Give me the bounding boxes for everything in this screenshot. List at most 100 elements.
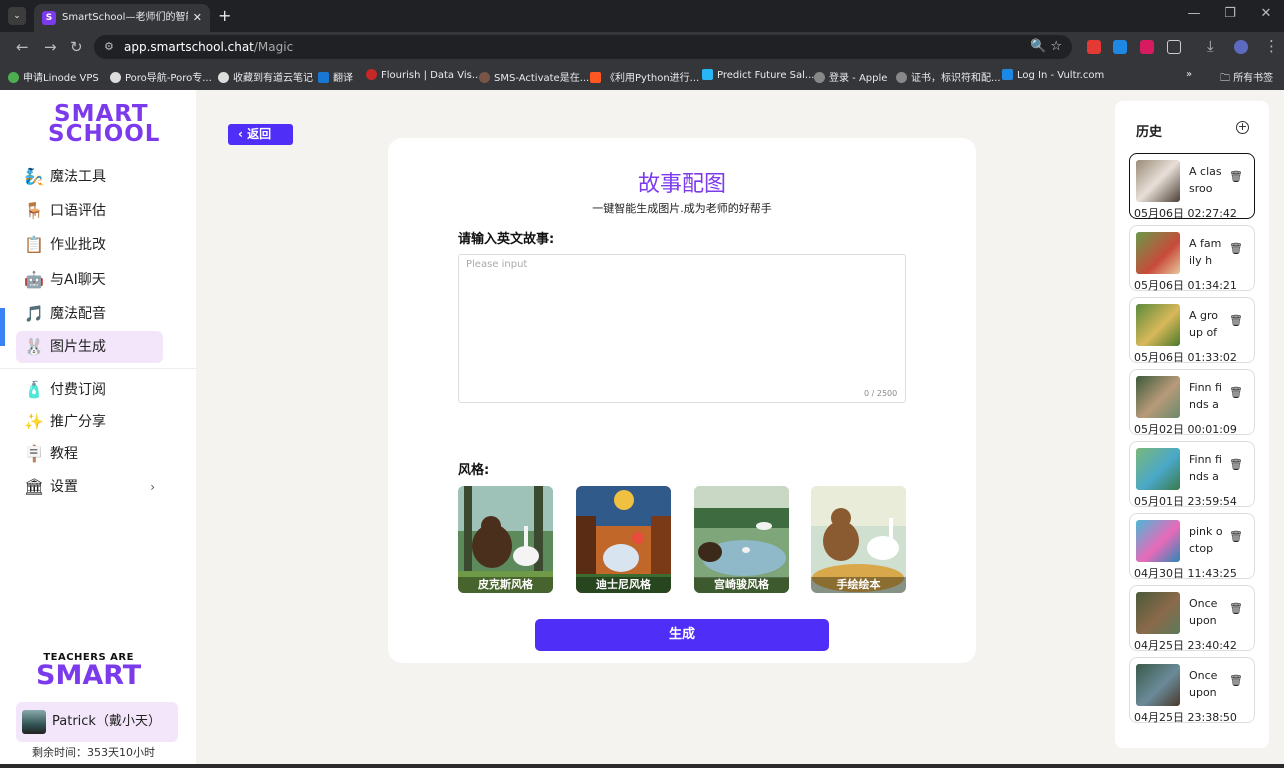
sidebar-item-settings[interactable]: 🏛 设置 › bbox=[16, 471, 163, 503]
sidebar-item-image-gen[interactable]: 🐰 图片生成 bbox=[16, 331, 163, 363]
desk-icon: 🪑 bbox=[24, 201, 44, 220]
story-textarea[interactable] bbox=[458, 254, 906, 403]
history-item[interactable]: A family h 🗑 05月06日 01:34:21 bbox=[1129, 225, 1255, 292]
history-item[interactable]: A classroom🗑05月06日 02:27:42 bbox=[1129, 153, 1255, 220]
pyramid-icon: 🏛 bbox=[24, 477, 45, 496]
bookmark-item[interactable]: Poro导航-Poro专... bbox=[110, 69, 212, 84]
user-name: Patrick（戴小天） bbox=[52, 714, 161, 729]
bookmark-item[interactable]: 收藏到有道云笔记 bbox=[218, 69, 313, 84]
sidebar-item-referral[interactable]: ✨ 推广分享 bbox=[16, 406, 163, 438]
add-circle-icon[interactable]: + bbox=[1236, 121, 1249, 134]
bookmark-item[interactable]: 申请Linode VPS bbox=[8, 69, 99, 84]
sidebar-item-magic-tools[interactable]: 🧞 魔法工具 bbox=[16, 161, 163, 193]
bookmark-item[interactable]: Predict Future Sal... bbox=[702, 69, 814, 81]
page-subtitle: 一键智能生成图片.成为老师的好帮手 bbox=[592, 202, 772, 215]
browser-tab[interactable]: S SmartSchool—老师们的智能AI ✕ bbox=[34, 4, 210, 32]
url-path: /Magic bbox=[253, 40, 294, 54]
download-icon[interactable]: ⤓ bbox=[1207, 37, 1214, 55]
bookmarks-overflow-icon[interactable]: » bbox=[1186, 69, 1192, 80]
generate-button[interactable]: 生成 bbox=[535, 619, 829, 651]
sidebar-item-homework[interactable]: 📋 作业批改 bbox=[16, 229, 163, 261]
menu-kebab-icon[interactable]: ⋮ bbox=[1264, 37, 1279, 55]
minimize-icon[interactable]: — bbox=[1176, 6, 1212, 21]
trash-icon[interactable]: 🗑 bbox=[1229, 530, 1243, 543]
style-caption: 迪士尼风格 bbox=[576, 577, 671, 593]
style-label: 风格: bbox=[458, 463, 490, 478]
bookmark-item[interactable]: Flourish | Data Vis... bbox=[366, 69, 481, 81]
history-item[interactable]: pink octop 🗑 04月30日 11:43:25 bbox=[1129, 513, 1255, 580]
trash-icon[interactable]: 🗑 bbox=[1229, 314, 1243, 327]
bookmark-item[interactable]: Log In - Vultr.com bbox=[1002, 69, 1104, 81]
trash-icon[interactable]: 🗑 bbox=[1229, 386, 1243, 399]
sidebar-item-ai-chat[interactable]: 🤖 与AI聊天 bbox=[16, 264, 163, 296]
trash-icon[interactable]: 🗑 bbox=[1229, 674, 1243, 687]
tab-list-chevron-icon[interactable]: ⌄ bbox=[8, 7, 26, 25]
user-profile[interactable]: Patrick（戴小天） bbox=[16, 702, 178, 742]
sparkle-icon: ✨ bbox=[24, 412, 44, 431]
style-option-disney[interactable]: 迪士尼风格 bbox=[576, 486, 671, 593]
char-count: 0 / 2500 bbox=[864, 389, 898, 398]
style-caption: 皮克斯风格 bbox=[458, 577, 553, 593]
sidebar-item-subscription[interactable]: 🧴 付费订阅 bbox=[16, 374, 163, 406]
history-panel: 历史 + A classroom🗑05月06日 02:27:42 A famil… bbox=[1115, 101, 1269, 748]
bunny-icon: 🐰 bbox=[24, 337, 44, 356]
tab-favicon-icon: S bbox=[42, 11, 56, 25]
smart-school-logo[interactable]: SMART SCHOOL bbox=[48, 103, 160, 146]
trash-icon[interactable]: 🗑 bbox=[1229, 602, 1243, 615]
bookmark-item[interactable]: 证书，标识符和配... bbox=[896, 69, 1001, 84]
history-item[interactable]: A group of 🗑 05月06日 01:33:02 bbox=[1129, 297, 1255, 364]
close-window-icon[interactable]: ✕ bbox=[1248, 6, 1284, 21]
easel-icon: 🪧 bbox=[24, 444, 44, 463]
remaining-time: 剩余时间：353天10小时 bbox=[32, 746, 155, 759]
history-thumbnail bbox=[1136, 664, 1180, 706]
potion-icon: 🧴 bbox=[24, 380, 44, 399]
back-button[interactable]: ‹ 返回 bbox=[228, 124, 293, 145]
history-thumbnail bbox=[1136, 160, 1180, 202]
bookmark-star-icon[interactable]: ☆ bbox=[1050, 39, 1062, 54]
taskbar-edge bbox=[0, 764, 1284, 768]
profile-avatar-icon[interactable] bbox=[1234, 40, 1248, 54]
back-arrow-icon[interactable]: ← bbox=[16, 38, 29, 56]
sidebar-item-dubbing[interactable]: 🎵 魔法配音 bbox=[16, 298, 163, 330]
bookmark-item[interactable]: 登录 - Apple bbox=[814, 69, 887, 84]
address-bar-row: ← → ↻ ⚙ app.smartschool.chat/Magic 🔍 ☆ ⤓… bbox=[0, 32, 1284, 62]
history-item[interactable]: Finn finds a 🗑 05月02日 00:01:09 bbox=[1129, 369, 1255, 436]
trash-icon[interactable]: 🗑 bbox=[1229, 458, 1243, 471]
extensions-puzzle-icon[interactable] bbox=[1167, 40, 1181, 54]
restore-icon[interactable]: ❐ bbox=[1212, 6, 1248, 21]
site-settings-icon[interactable]: ⚙ bbox=[104, 35, 114, 59]
history-item[interactable]: Once upon 🗑 04月25日 23:38:50 bbox=[1129, 657, 1255, 724]
tab-title: SmartSchool—老师们的智能AI bbox=[62, 12, 188, 23]
bookmark-item[interactable]: 翻译 bbox=[318, 69, 353, 84]
sidebar-item-speaking-eval[interactable]: 🪑 口语评估 bbox=[16, 195, 163, 227]
history-item[interactable]: Once upon 🗑 04月25日 23:40:42 bbox=[1129, 585, 1255, 652]
history-thumbnail bbox=[1136, 376, 1180, 418]
all-bookmarks-folder[interactable]: 🗀 所有书签 bbox=[1220, 69, 1273, 88]
bookmark-item[interactable]: SMS-Activate是在... bbox=[479, 69, 589, 84]
forward-arrow-icon[interactable]: → bbox=[44, 38, 57, 56]
bookmark-item[interactable]: 《利用Python进行... bbox=[590, 69, 699, 84]
reload-icon[interactable]: ↻ bbox=[70, 38, 83, 56]
page-title: 故事配图 bbox=[637, 172, 726, 197]
history-item[interactable]: Finn finds a 🗑 05月01日 23:59:54 bbox=[1129, 441, 1255, 508]
browser-tab-bar: ⌄ SSmartSchool—老师们的智能AI ✕ + —❐✕ bbox=[0, 0, 1284, 32]
style-option-ghibli[interactable]: 宫崎骏风格 bbox=[694, 486, 789, 593]
extension-icon[interactable] bbox=[1087, 40, 1101, 54]
style-option-pixar[interactable]: 皮克斯风格 bbox=[458, 486, 553, 593]
bookmarks-bar: 申请Linode VPS Poro导航-Poro专... 收藏到有道云笔记 翻译… bbox=[0, 62, 1284, 90]
chevron-right-icon: › bbox=[150, 480, 155, 494]
new-tab-plus-icon[interactable]: + bbox=[218, 6, 231, 25]
history-thumbnail bbox=[1136, 592, 1180, 634]
clipboard-icon: 📋 bbox=[24, 235, 44, 254]
close-tab-icon[interactable]: ✕ bbox=[193, 4, 202, 32]
zoom-icon[interactable]: 🔍 bbox=[1030, 39, 1046, 54]
extension-icon[interactable] bbox=[1140, 40, 1154, 54]
extension-icon[interactable] bbox=[1113, 40, 1127, 54]
left-accent-bar bbox=[0, 308, 5, 346]
style-caption: 手绘绘本 bbox=[811, 577, 906, 593]
sidebar-item-tutorial[interactable]: 🪧 教程 bbox=[16, 438, 163, 470]
trash-icon[interactable]: 🗑 bbox=[1229, 242, 1243, 255]
trash-icon[interactable]: 🗑 bbox=[1229, 170, 1243, 183]
url-input[interactable]: ⚙ app.smartschool.chat/Magic 🔍 ☆ bbox=[94, 35, 1072, 59]
style-option-picture-book[interactable]: 手绘绘本 bbox=[811, 486, 906, 593]
